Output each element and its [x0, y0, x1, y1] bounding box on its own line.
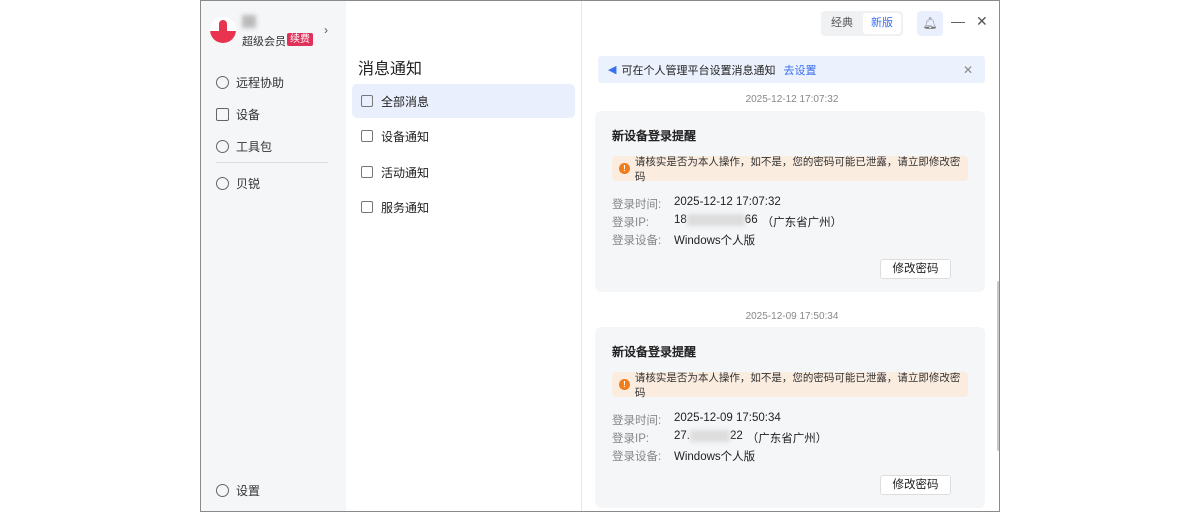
- ip-redacted: [686, 214, 745, 226]
- category-activity[interactable]: 活动通知: [352, 155, 575, 189]
- field-label: 登录时间:: [612, 415, 662, 427]
- field-label: 登录时间:: [612, 199, 662, 211]
- scrollbar[interactable]: [997, 281, 999, 451]
- warning-box: ! 请核实是否为本人操作，如不是，您的密码可能已泄露，请立即修改密码: [612, 155, 968, 183]
- field-value: 2025-12-09 17:50:34: [674, 412, 781, 424]
- field-value: Windows个人版: [674, 451, 756, 463]
- divider: [216, 162, 328, 163]
- ip-suffix: 66: [744, 214, 758, 226]
- settings-banner: ◀ 可在个人管理平台设置消息通知 去设置 ✕: [598, 56, 985, 83]
- service-icon: [361, 201, 373, 213]
- close-icon[interactable]: ✕: [963, 63, 973, 77]
- go-settings-link[interactable]: 去设置: [783, 62, 816, 78]
- change-password-button[interactable]: 修改密码: [880, 259, 951, 279]
- ip-location: （广东省广州）: [746, 433, 828, 445]
- warning-icon: !: [619, 163, 630, 174]
- ip-location: （广东省广州）: [761, 217, 843, 229]
- banner-text: 可在个人管理平台设置消息通知: [621, 64, 776, 77]
- sidebar-item-label: 贝锐: [236, 177, 261, 191]
- login-ip-row: 登录IP: 18 66 （广东省广州）: [612, 214, 842, 230]
- login-time-row: 登录时间: 2025-12-09 17:50:34: [612, 412, 781, 428]
- sidebar-item-oray[interactable]: 贝锐: [216, 175, 260, 192]
- avatar[interactable]: [210, 17, 236, 43]
- chat-icon: [361, 166, 373, 178]
- category-label: 活动通知: [381, 165, 430, 180]
- ip-prefix: 27.: [674, 430, 690, 442]
- app-window: 超级会员 续费 › 远程协助 设备 工具包 贝锐 设置 消息通知 全部消息 设备…: [200, 0, 1000, 512]
- message-title: 新设备登录提醒: [612, 345, 697, 359]
- category-service[interactable]: 服务通知: [352, 190, 575, 224]
- warning-icon: !: [619, 379, 630, 390]
- change-password-button[interactable]: 修改密码: [880, 475, 951, 495]
- message-list: ◀ 可在个人管理平台设置消息通知 去设置 ✕ 2025-12-12 17:07:…: [583, 1, 999, 511]
- compass-icon: [216, 140, 229, 153]
- field-label: 登录IP:: [612, 217, 650, 229]
- field-value: Windows个人版: [674, 235, 756, 247]
- sidebar-item-label: 远程协助: [236, 76, 285, 90]
- ip-suffix: 22: [730, 430, 743, 442]
- speaker-icon: ◀: [608, 64, 617, 76]
- panel-title: 消息通知: [358, 61, 423, 78]
- field-label: 登录IP:: [612, 433, 650, 445]
- username-blurred: [242, 15, 256, 28]
- gear-icon: [216, 484, 229, 497]
- layers-icon: [361, 95, 373, 107]
- sidebar-item-label: 设备: [236, 108, 261, 122]
- category-label: 全部消息: [381, 94, 430, 109]
- sidebar: 超级会员 续费 › 远程协助 设备 工具包 贝锐 设置: [201, 1, 346, 511]
- message-timestamp: 2025-12-12 17:07:32: [745, 94, 839, 105]
- login-device-row: 登录设备: Windows个人版: [612, 448, 755, 464]
- category-label: 服务通知: [381, 200, 430, 215]
- login-time-row: 登录时间: 2025-12-12 17:07:32: [612, 196, 781, 212]
- message-timestamp: 2025-12-09 17:50:34: [745, 311, 839, 322]
- warning-text: 请核实是否为本人操作，如不是，您的密码可能已泄露，请立即修改密码: [634, 155, 961, 183]
- sidebar-item-label: 设置: [236, 484, 261, 498]
- category-all[interactable]: 全部消息: [352, 84, 575, 118]
- remote-icon: [216, 76, 229, 89]
- warning-box: ! 请核实是否为本人操作，如不是，您的密码可能已泄露，请立即修改密码: [612, 371, 968, 399]
- monitor-icon: [216, 108, 229, 121]
- ip-prefix: 18: [674, 214, 687, 226]
- monitor-icon: [361, 130, 373, 142]
- field-label: 登录设备:: [612, 451, 662, 463]
- oray-icon: [216, 177, 229, 190]
- login-ip-row: 登录IP: 27. 22 （广东省广州）: [612, 430, 827, 446]
- renew-badge[interactable]: 续费: [287, 33, 313, 46]
- message-title: 新设备登录提醒: [612, 129, 697, 143]
- ip-redacted: [690, 430, 730, 442]
- message-card: 新设备登录提醒 ! 请核实是否为本人操作，如不是，您的密码可能已泄露，请立即修改密…: [595, 327, 985, 508]
- message-card: 新设备登录提醒 ! 请核实是否为本人操作，如不是，您的密码可能已泄露，请立即修改密…: [595, 111, 985, 292]
- chevron-right-icon[interactable]: ›: [324, 23, 328, 37]
- warning-text: 请核实是否为本人操作，如不是，您的密码可能已泄露，请立即修改密码: [634, 371, 961, 399]
- sidebar-item-settings[interactable]: 设置: [216, 482, 260, 499]
- category-device[interactable]: 设备通知: [352, 119, 575, 153]
- notification-category-panel: 消息通知 全部消息 设备通知 活动通知 服务通知: [346, 1, 582, 511]
- field-value: 2025-12-12 17:07:32: [674, 196, 781, 208]
- sidebar-item-devices[interactable]: 设备: [216, 106, 260, 123]
- login-device-row: 登录设备: Windows个人版: [612, 232, 755, 248]
- sidebar-item-label: 工具包: [236, 140, 273, 154]
- sidebar-item-toolkit[interactable]: 工具包: [216, 138, 272, 155]
- field-label: 登录设备:: [612, 235, 662, 247]
- sidebar-item-remote[interactable]: 远程协助: [216, 74, 284, 91]
- member-level: 超级会员: [242, 36, 286, 48]
- category-label: 设备通知: [381, 129, 430, 144]
